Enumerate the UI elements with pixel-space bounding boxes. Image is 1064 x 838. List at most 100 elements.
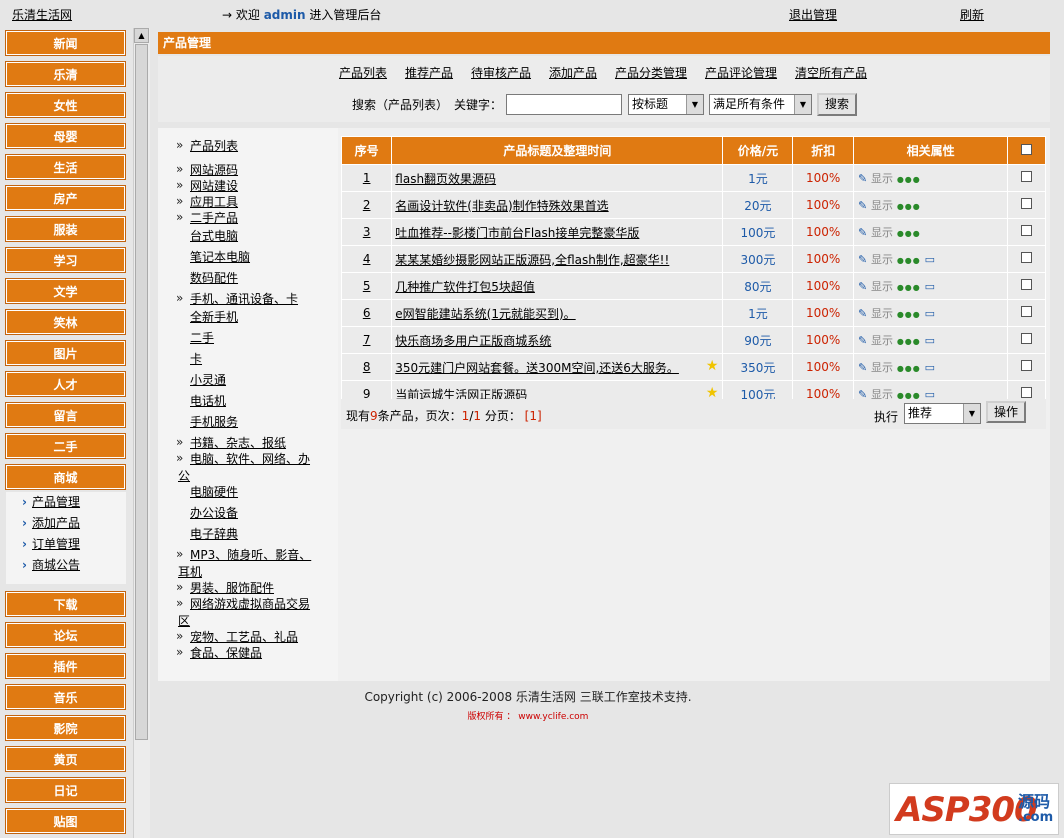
edit-icon[interactable]: ✎: [858, 226, 867, 239]
row-checkbox[interactable]: [1021, 252, 1033, 263]
tree-item[interactable]: 小灵通: [190, 372, 226, 388]
tree-item[interactable]: 电话机: [190, 393, 226, 409]
nav-button-4[interactable]: 生活: [5, 154, 126, 180]
tree-item-link[interactable]: 台式电脑: [190, 229, 238, 243]
tree-item-link[interactable]: 数码配件: [190, 271, 238, 285]
tree-item-link-wrap[interactable]: 耳机: [178, 565, 202, 579]
row-checkbox[interactable]: [1021, 306, 1033, 317]
scroll-up-icon[interactable]: ▲: [134, 28, 149, 43]
tree-item[interactable]: 宠物、工艺品、礼品: [176, 628, 298, 645]
tree-item[interactable]: 食品、保健品: [176, 644, 262, 661]
row-number-link[interactable]: 4: [363, 252, 371, 266]
tree-item[interactable]: 办公设备: [190, 505, 238, 521]
nav-button-6[interactable]: 服装: [5, 216, 126, 242]
nav-button-10[interactable]: 图片: [5, 340, 126, 366]
mall-submenu-link[interactable]: 订单管理: [32, 537, 80, 551]
edit-icon[interactable]: ✎: [858, 361, 867, 374]
row-checkbox[interactable]: [1021, 171, 1033, 182]
row-number-link[interactable]: 8: [363, 360, 371, 374]
tree-item[interactable]: 电脑硬件: [190, 484, 238, 500]
row-number-link[interactable]: 5: [363, 279, 371, 293]
product-title-link[interactable]: 吐血推荐--影楼门市前台Flash接单完整豪华版: [395, 226, 639, 240]
mall-submenu-item[interactable]: 添加产品: [6, 513, 126, 534]
nav-button-20[interactable]: 黄页: [5, 746, 126, 772]
tab-category-manage[interactable]: 产品分类管理: [615, 64, 687, 81]
tree-item[interactable]: 应用工具: [176, 193, 238, 210]
row-number-link[interactable]: 6: [363, 306, 371, 320]
tab-recommended[interactable]: 推荐产品: [405, 64, 453, 81]
select-all-checkbox[interactable]: [1021, 143, 1033, 155]
nav-button-8[interactable]: 文学: [5, 278, 126, 304]
nav-button-2[interactable]: 女性: [5, 92, 126, 118]
mall-submenu-item[interactable]: 订单管理: [6, 534, 126, 555]
nav-button-3[interactable]: 母婴: [5, 123, 126, 149]
tree-item-link-wrap[interactable]: 公: [178, 469, 190, 483]
keyword-input[interactable]: [506, 94, 622, 115]
tab-clear-all[interactable]: 清空所有产品: [795, 64, 867, 81]
vertical-scrollbar[interactable]: ▲: [133, 28, 150, 838]
nav-button-11[interactable]: 人才: [5, 371, 126, 397]
tree-item[interactable]: 网站建设: [176, 177, 238, 194]
tree-item-link[interactable]: 网站源码: [190, 163, 238, 177]
nav-button-19[interactable]: 影院: [5, 715, 126, 741]
scroll-thumb[interactable]: [135, 44, 148, 740]
nav-button-1[interactable]: 乐清: [5, 61, 126, 87]
exec-select[interactable]: 推荐 ▼: [904, 403, 981, 424]
tree-item-link[interactable]: 二手产品: [190, 211, 238, 225]
tree-item-link[interactable]: 产品列表: [190, 139, 238, 153]
tree-item-link[interactable]: 手机服务: [190, 415, 238, 429]
mall-submenu-item[interactable]: 商城公告: [6, 555, 126, 576]
product-title-link[interactable]: flash翻页效果源码: [395, 172, 496, 186]
product-title-link[interactable]: 某某某婚纱摄影网站正版源码,全flash制作,超豪华!!: [395, 253, 669, 267]
tree-item-wrap[interactable]: 耳机: [178, 564, 202, 580]
tree-item[interactable]: 数码配件: [190, 270, 238, 286]
nav-button-0[interactable]: 新闻: [5, 30, 126, 56]
refresh-link[interactable]: 刷新: [960, 6, 984, 23]
tree-item-link[interactable]: 全新手机: [190, 310, 238, 324]
tree-item-link[interactable]: 男装、服饰配件: [190, 581, 274, 595]
tab-add-product[interactable]: 添加产品: [549, 64, 597, 81]
product-title-link[interactable]: 快乐商场多用户正版商城系统: [395, 334, 551, 348]
row-checkbox[interactable]: [1021, 360, 1033, 371]
edit-icon[interactable]: ✎: [858, 334, 867, 347]
tree-item[interactable]: 网络游戏虚拟商品交易: [176, 595, 310, 612]
product-title-link[interactable]: 名画设计软件(非卖品)制作特殊效果首选: [395, 199, 608, 213]
edit-icon[interactable]: ✎: [858, 253, 867, 266]
tree-item[interactable]: 笔记本电脑: [190, 249, 250, 265]
tree-item[interactable]: 台式电脑: [190, 228, 238, 244]
nav-button-13[interactable]: 二手: [5, 433, 126, 459]
row-number-link[interactable]: 1: [363, 171, 371, 185]
tree-item-link[interactable]: 电脑硬件: [190, 485, 238, 499]
nav-button-14[interactable]: 商城: [5, 464, 126, 490]
tree-item[interactable]: 全新手机: [190, 309, 238, 325]
condition-select[interactable]: 满足所有条件 ▼: [709, 94, 812, 115]
page-link-1[interactable]: [1]: [525, 409, 542, 423]
tree-item-wrap[interactable]: 区: [178, 613, 190, 629]
mall-submenu-link[interactable]: 产品管理: [32, 495, 80, 509]
tree-item-wrap[interactable]: 公: [178, 468, 190, 484]
search-button[interactable]: 搜索: [817, 93, 857, 116]
edit-icon[interactable]: ✎: [858, 172, 867, 185]
tree-item[interactable]: 手机服务: [190, 414, 238, 430]
row-checkbox[interactable]: [1021, 333, 1033, 344]
tree-item[interactable]: 男装、服饰配件: [176, 579, 274, 596]
row-checkbox[interactable]: [1021, 387, 1033, 398]
tree-item[interactable]: 卡: [190, 351, 202, 367]
tree-item-link[interactable]: 电话机: [190, 394, 226, 408]
tree-item-link[interactable]: 电子辞典: [190, 527, 238, 541]
tree-item[interactable]: 书籍、杂志、报纸: [176, 434, 286, 451]
mall-submenu-link[interactable]: 商城公告: [32, 558, 80, 572]
nav-button-15[interactable]: 下载: [5, 591, 126, 617]
tree-item[interactable]: 电子辞典: [190, 526, 238, 542]
mall-submenu-item[interactable]: 产品管理: [6, 492, 126, 513]
mall-submenu-link[interactable]: 添加产品: [32, 516, 80, 530]
nav-button-12[interactable]: 留言: [5, 402, 126, 428]
row-number-link[interactable]: 2: [363, 198, 371, 212]
tree-item-link[interactable]: 宠物、工艺品、礼品: [190, 630, 298, 644]
row-checkbox[interactable]: [1021, 198, 1033, 209]
nav-button-21[interactable]: 日记: [5, 777, 126, 803]
product-title-link[interactable]: 350元建门户网站套餐。送300M空间,还送6大服务。: [395, 361, 679, 375]
nav-button-18[interactable]: 音乐: [5, 684, 126, 710]
tree-item-link[interactable]: 网站建设: [190, 179, 238, 193]
tree-item[interactable]: 电脑、软件、网络、办: [176, 450, 310, 467]
